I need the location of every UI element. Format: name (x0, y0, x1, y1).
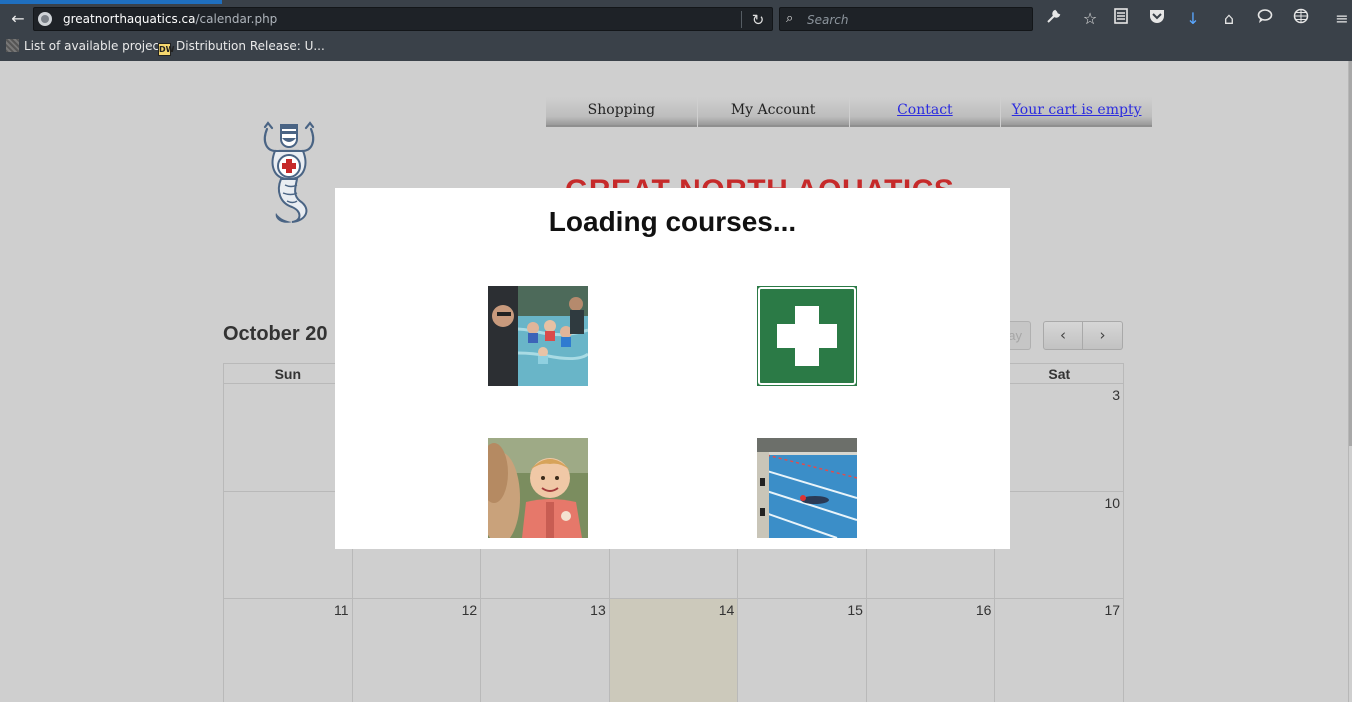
url-divider (741, 11, 742, 28)
wrench-icon[interactable] (1043, 7, 1065, 31)
site-logo[interactable] (252, 121, 326, 225)
calendar-nav: ‹ › (1043, 321, 1123, 350)
calendar-week-row: 11 12 13 14 15 16 17 (223, 598, 1124, 702)
menu-shopping[interactable]: Shopping (546, 97, 697, 127)
back-arrow-icon[interactable]: ← (6, 7, 30, 31)
download-icon[interactable]: ↓ (1182, 7, 1204, 31)
bookmark-item[interactable]: DW Distribution Release: U... (158, 39, 325, 56)
day-cell[interactable]: 13 (481, 599, 610, 702)
weekday-header: Sat (1048, 366, 1071, 382)
loading-modal: Loading courses... (335, 188, 1010, 549)
bookmarks-toolbar: List of available projec... DW Distributi… (0, 36, 1352, 58)
scrollbar[interactable] (1348, 61, 1352, 702)
day-cell-today[interactable]: 14 (609, 599, 739, 702)
swim-lesson-photo (488, 286, 588, 386)
distrowatch-favicon-icon: DW (158, 43, 175, 56)
search-placeholder: Search (807, 13, 849, 27)
calendar-month-title: October 20 (223, 323, 328, 345)
home-icon[interactable]: ⌂ (1218, 7, 1240, 31)
menu-icon[interactable]: ≡ (1331, 7, 1352, 31)
main-menu: Shopping My Account Contact Your cart is… (546, 97, 1152, 127)
url-bar[interactable]: greatnorthaquatics.ca/calendar.php ↻ (33, 7, 773, 31)
weekday-header: Sun (224, 364, 353, 383)
menu-my-account[interactable]: My Account (697, 97, 849, 127)
day-cell[interactable]: 15 (738, 599, 867, 702)
pocket-icon[interactable] (1146, 7, 1168, 31)
url-text: greatnorthaquatics.ca/calendar.php (63, 12, 278, 26)
browser-chrome: ← greatnorthaquatics.ca/calendar.php ↻ ⌕… (0, 0, 1352, 61)
day-cell[interactable]: 10 (995, 492, 1123, 598)
reload-icon[interactable]: ↻ (748, 10, 768, 30)
globe-icon[interactable] (1290, 7, 1312, 31)
day-cell[interactable]: 16 (867, 599, 996, 702)
search-icon: ⌕ (786, 11, 794, 26)
page-viewport: Shopping My Account Contact Your cart is… (0, 61, 1352, 702)
day-cell[interactable]: 12 (353, 599, 482, 702)
next-month-button[interactable]: › (1083, 321, 1123, 350)
chat-icon[interactable] (1254, 7, 1276, 31)
modal-title: Loading courses... (548, 206, 797, 237)
lap-pool-photo (757, 438, 857, 538)
day-cell[interactable] (224, 492, 353, 598)
active-tab-indicator (0, 0, 222, 4)
menu-cart-link[interactable]: Your cart is empty (1001, 97, 1152, 127)
site-identity-icon[interactable] (38, 12, 52, 26)
day-cell[interactable]: 11 (224, 599, 353, 702)
first-aid-icon (757, 286, 857, 386)
bookmark-item[interactable]: List of available projec... (6, 39, 171, 53)
child-lifejacket-photo (488, 438, 588, 538)
day-cell[interactable]: 17 (995, 599, 1123, 702)
star-icon[interactable]: ☆ (1079, 7, 1101, 31)
prev-month-button[interactable]: ‹ (1043, 321, 1083, 350)
day-cell[interactable] (224, 384, 353, 491)
search-input[interactable]: ⌕ Search (779, 7, 1033, 31)
bookmark-favicon-icon (6, 39, 19, 52)
reader-icon[interactable] (1110, 7, 1132, 31)
day-cell[interactable]: 3 (995, 384, 1123, 491)
menu-contact-link[interactable]: Contact (849, 97, 1001, 127)
